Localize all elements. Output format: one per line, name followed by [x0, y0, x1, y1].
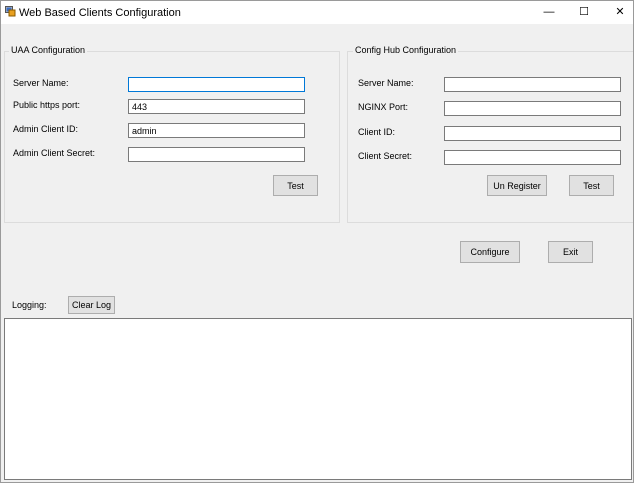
uaa-test-button[interactable]: Test — [273, 175, 318, 196]
confighub-group-title: Config Hub Configuration — [353, 45, 459, 55]
clear-log-button[interactable]: Clear Log — [68, 296, 115, 314]
unregister-button[interactable]: Un Register — [487, 175, 547, 196]
uaa-https-port-input[interactable] — [128, 99, 305, 114]
confighub-nginx-port-label: NGINX Port: — [358, 102, 409, 112]
minimize-icon[interactable]: — — [529, 1, 569, 24]
confighub-client-secret-input[interactable] — [444, 150, 621, 165]
uaa-client-id-label: Admin Client ID: — [13, 124, 79, 134]
confighub-client-secret-label: Client Secret: — [358, 151, 413, 161]
uaa-client-secret-label: Admin Client Secret: — [13, 148, 96, 158]
uaa-client-secret-input[interactable] — [128, 147, 305, 162]
app-icon — [5, 6, 16, 17]
confighub-client-id-label: Client ID: — [358, 127, 396, 137]
close-icon[interactable]: ✕ — [600, 1, 633, 24]
title-bar[interactable]: Web Based Clients Configuration — ☐ ✕ — [1, 1, 633, 24]
confighub-test-button[interactable]: Test — [569, 175, 614, 196]
window-title: Web Based Clients Configuration — [19, 7, 181, 19]
uaa-server-name-label: Server Name: — [13, 78, 69, 88]
uaa-server-name-input[interactable] — [128, 77, 305, 92]
confighub-server-name-input[interactable] — [444, 77, 621, 92]
confighub-server-name-label: Server Name: — [358, 78, 414, 88]
log-textarea[interactable] — [4, 318, 632, 480]
uaa-https-port-label: Public https port: — [13, 100, 81, 110]
configure-button[interactable]: Configure — [460, 241, 520, 263]
logging-label: Logging: — [12, 300, 47, 310]
confighub-nginx-port-input[interactable] — [444, 101, 621, 116]
app-window: Web Based Clients Configuration — ☐ ✕ UA… — [0, 0, 634, 483]
uaa-client-id-input[interactable] — [128, 123, 305, 138]
confighub-client-id-input[interactable] — [444, 126, 621, 141]
maximize-icon[interactable]: ☐ — [564, 1, 604, 24]
exit-button[interactable]: Exit — [548, 241, 593, 263]
uaa-group-title: UAA Configuration — [9, 45, 88, 55]
